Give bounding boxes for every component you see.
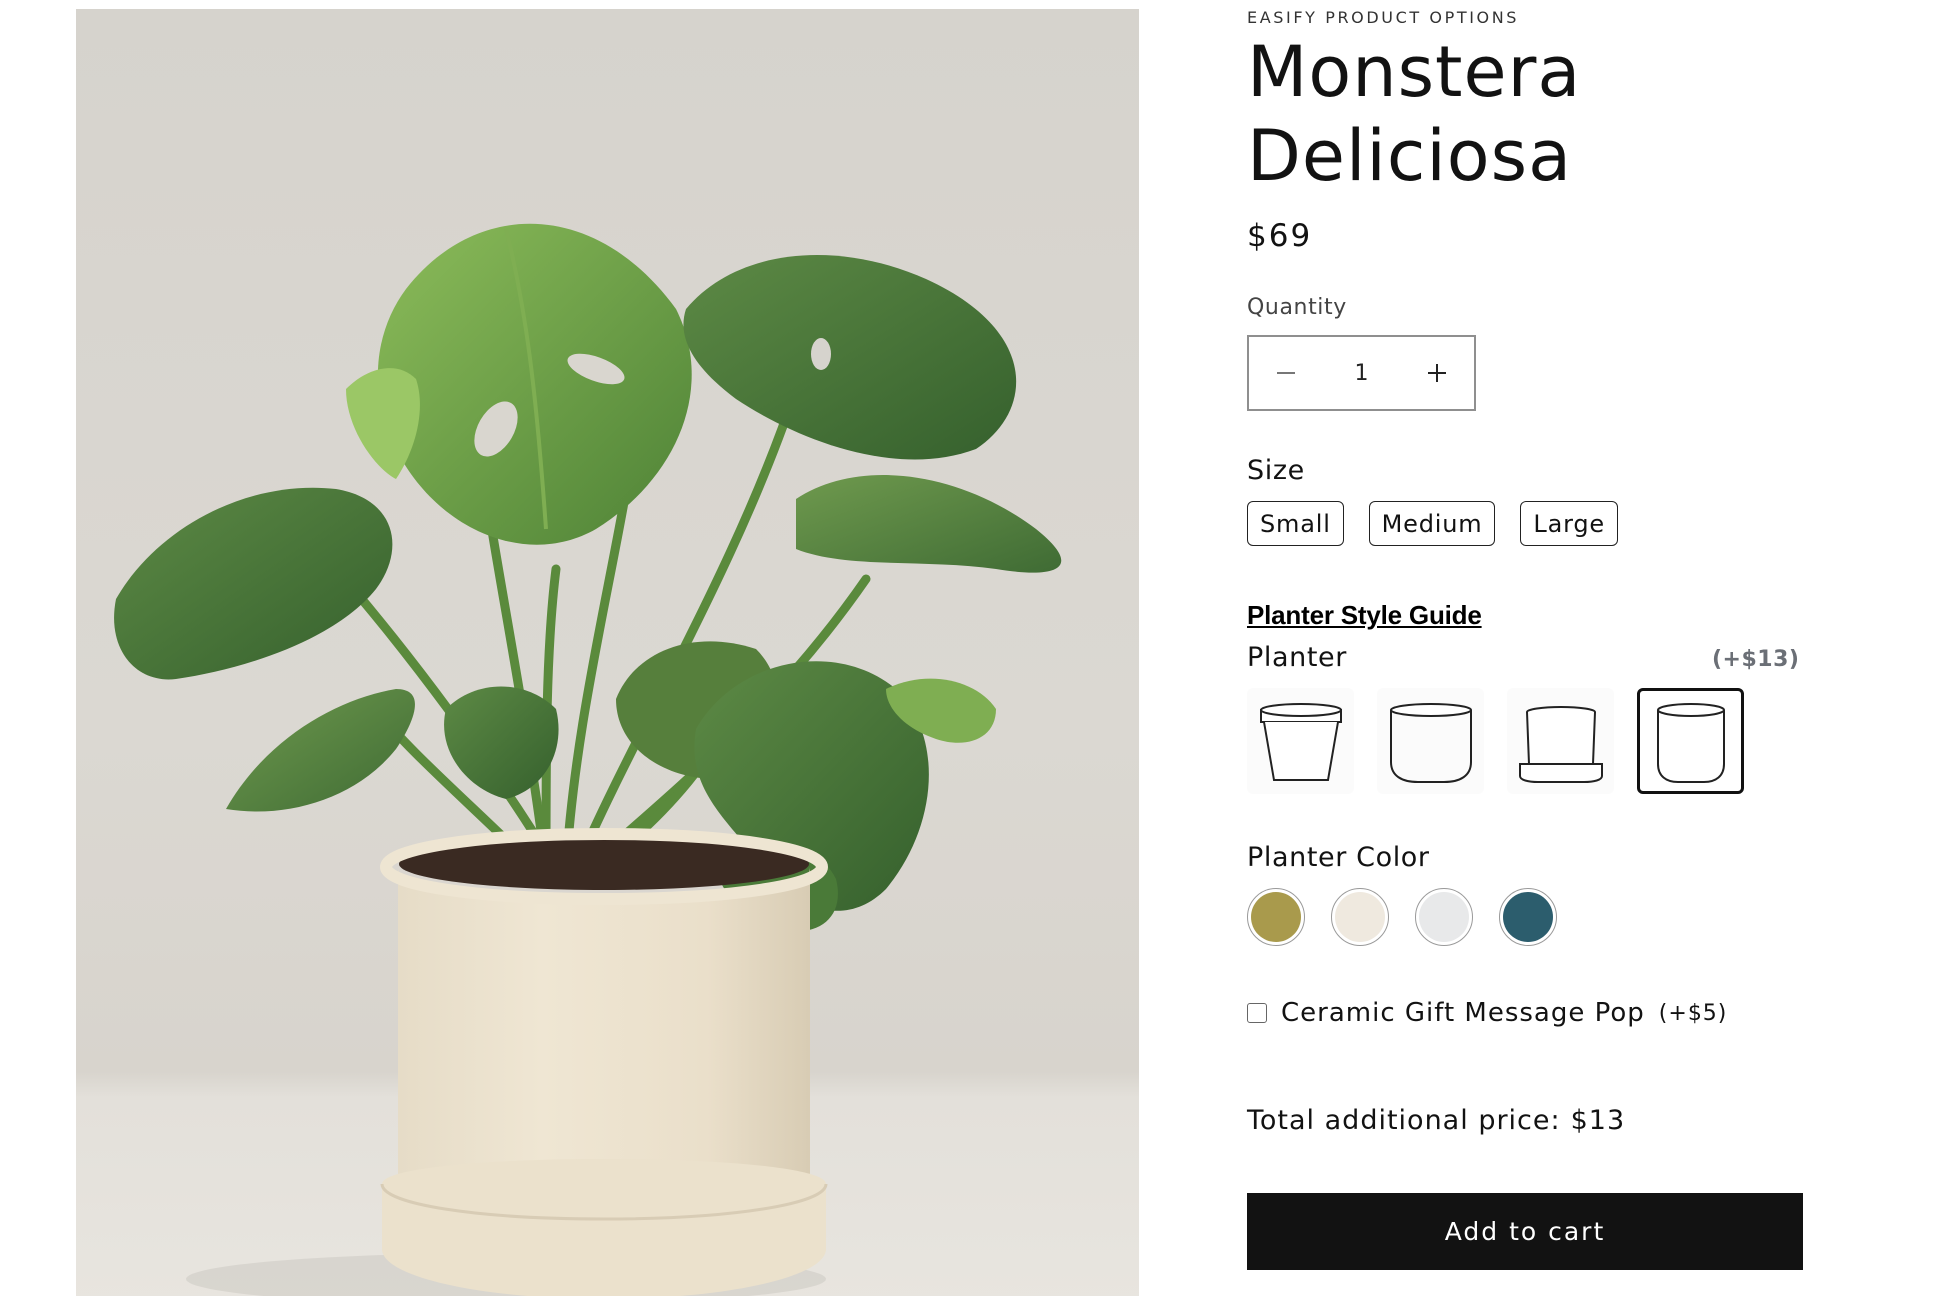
planter-color-label: Planter Color (1247, 842, 1430, 873)
planter-color-options (1247, 888, 1557, 946)
swatch-fill (1251, 892, 1301, 942)
product-image (76, 9, 1139, 1296)
product-price: $69 (1247, 218, 1313, 254)
gift-message-checkbox[interactable] (1247, 1003, 1267, 1023)
planter-added-price: (+$13) (1712, 647, 1800, 672)
size-option-small[interactable]: Small (1247, 501, 1344, 546)
planter-option-saucer[interactable] (1507, 688, 1614, 794)
planter-option-cylinder[interactable] (1637, 688, 1744, 794)
product-title-line1: Monstera (1247, 31, 1582, 113)
planter-label: Planter (1247, 642, 1347, 673)
vendor-label: EASIFY PRODUCT OPTIONS (1247, 8, 1520, 27)
gift-message-label: Ceramic Gift Message Pop (1281, 998, 1645, 1028)
planter-options (1247, 688, 1744, 794)
swatch-fill (1503, 892, 1553, 942)
plus-icon (1428, 364, 1446, 382)
total-value: $13 (1570, 1105, 1626, 1136)
planter-cylinder-icon (1656, 703, 1725, 783)
add-to-cart-button[interactable]: Add to cart (1247, 1193, 1803, 1270)
quantity-label: Quantity (1247, 295, 1347, 320)
swatch-fill (1335, 892, 1385, 942)
swatch-fill (1419, 892, 1469, 942)
planter-option-round[interactable] (1377, 688, 1484, 794)
planter-saucer-icon (1518, 706, 1603, 783)
quantity-decrease-button[interactable] (1249, 337, 1323, 409)
product-title: Monstera Deliciosa (1247, 30, 1807, 198)
minus-icon (1277, 372, 1295, 374)
size-options: Small Medium Large (1247, 501, 1618, 546)
gift-message-option: Ceramic Gift Message Pop (+$5) (1247, 998, 1727, 1028)
color-swatch-light-gray[interactable] (1415, 888, 1473, 946)
total-label: Total additional price: (1247, 1105, 1561, 1136)
color-swatch-teal[interactable] (1499, 888, 1557, 946)
size-option-large[interactable]: Large (1520, 501, 1618, 546)
gift-message-added-price: (+$5) (1658, 1000, 1728, 1026)
quantity-stepper: 1 (1247, 335, 1476, 411)
quantity-increase-button[interactable] (1400, 337, 1474, 409)
planter-option-tapered[interactable] (1247, 688, 1354, 794)
size-option-medium[interactable]: Medium (1368, 501, 1496, 546)
quantity-input[interactable]: 1 (1323, 361, 1400, 386)
size-label: Size (1247, 455, 1305, 486)
planter-round-icon (1389, 703, 1472, 783)
product-title-line2: Deliciosa (1247, 115, 1572, 197)
color-swatch-cream[interactable] (1331, 888, 1389, 946)
color-swatch-olive[interactable] (1247, 888, 1305, 946)
monstera-plant-photo (114, 223, 1062, 1296)
total-additional-price: Total additional price: $13 (1247, 1105, 1625, 1136)
planter-style-guide-link[interactable]: Planter Style Guide (1247, 600, 1482, 631)
planter-tapered-icon (1259, 703, 1342, 781)
